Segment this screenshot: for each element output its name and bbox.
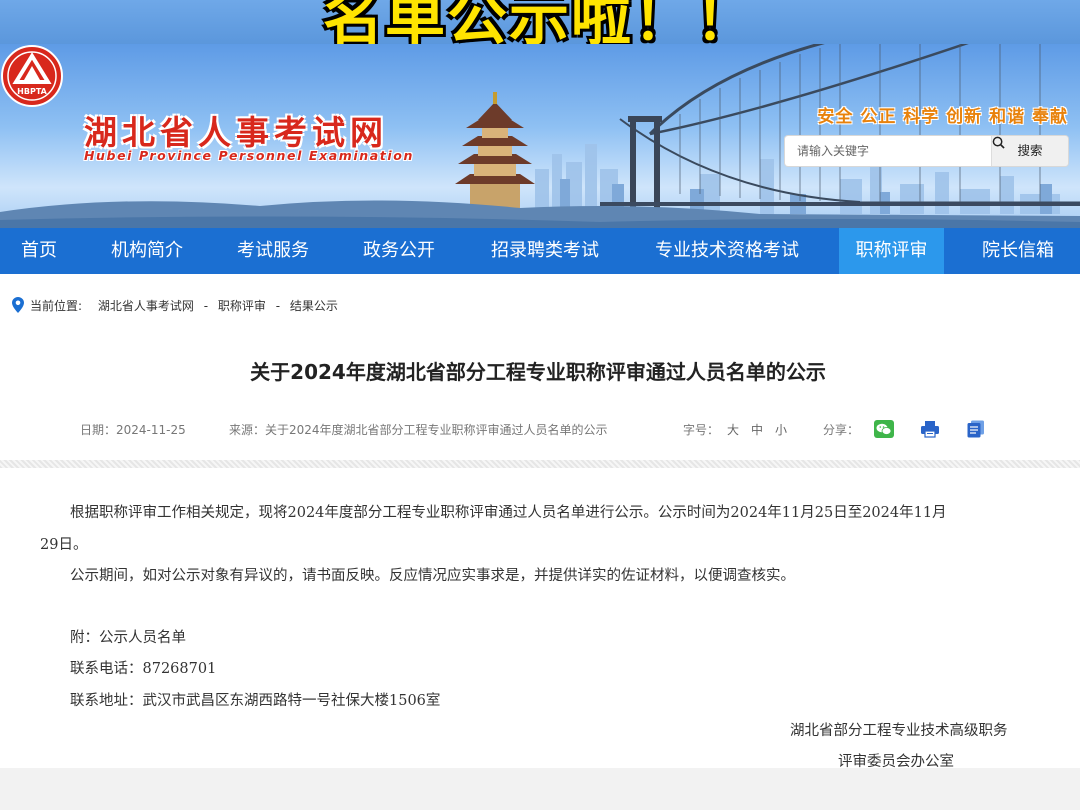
article-paragraph-1-line-2: 29日。: [40, 537, 88, 553]
font-size-medium-button[interactable]: 中: [751, 421, 763, 438]
contact-address: 联系地址：武汉市武昌区东湖西路特一号社保大楼1506室: [70, 693, 441, 709]
bottom-band: [0, 768, 1080, 810]
font-size-large-button[interactable]: 大: [727, 421, 739, 438]
nav-item-exam-service[interactable]: 考试服务: [216, 228, 330, 274]
breadcrumb-prefix: 当前位置:: [30, 299, 83, 313]
site-name: 湖北省人事考试网: [84, 113, 388, 152]
svg-text:HBPTA: HBPTA: [17, 87, 47, 96]
nav-item-home[interactable]: 首页: [0, 228, 78, 274]
article-title: 关于2024年度湖北省部分工程专业职称评审通过人员名单的公示: [250, 360, 826, 384]
nav-item-professional-qualification[interactable]: 专业技术资格考试: [636, 228, 818, 274]
section-divider: [0, 460, 1080, 468]
share-label: 分享：: [823, 423, 860, 437]
print-icon[interactable]: [920, 420, 940, 438]
search-button-label: 搜索: [1017, 143, 1043, 158]
video-caption-text: 名单公示啦！！: [323, 0, 757, 44]
nav-item-president-mailbox[interactable]: 院长信箱: [960, 228, 1076, 274]
wechat-icon[interactable]: [874, 420, 894, 438]
article-source: 来源：关于2024年度湖北省部分工程专业职称评审通过人员名单的公示: [229, 423, 608, 437]
nav-item-recruitment-exams[interactable]: 招录聘类考试: [470, 228, 620, 274]
search-button[interactable]: 搜索: [991, 136, 1068, 166]
nav-item-about[interactable]: 机构简介: [90, 228, 204, 274]
hbpta-logo-icon: HBPTA: [1, 45, 63, 107]
attachment-link[interactable]: 附：公示人员名单: [70, 626, 186, 647]
contact-phone: 联系电话：87268701: [70, 661, 217, 677]
site-slogan: 安全 公正 科学 创新 和谐 奉献: [817, 107, 1068, 127]
nav-item-government-affairs[interactable]: 政务公开: [342, 228, 456, 274]
article-date: 日期：2024-11-25: [80, 423, 186, 437]
breadcrumb-link-title-review[interactable]: 职称评审: [218, 299, 266, 313]
breadcrumb-separator: -: [203, 299, 209, 313]
main-nav: 首页 机构简介 考试服务 政务公开 招录聘类考试 专业技术资格考试 职称评审 院…: [0, 228, 1080, 274]
breadcrumb-link-home[interactable]: 湖北省人事考试网: [98, 299, 194, 313]
search-input[interactable]: [785, 136, 1009, 166]
tower-illustration: [455, 92, 535, 214]
search-box: 搜索: [785, 136, 1068, 166]
site-name-english: Hubei Province Personnel Examination: [84, 148, 414, 163]
search-icon: [992, 136, 1005, 149]
article-paragraph-2: 公示期间，如对公示对象有异议的，请书面反映。反应情况应实事求是，并提供详实的佐证…: [70, 568, 795, 584]
breadcrumb-separator: -: [275, 299, 281, 313]
site-banner: HBPTA 湖北省人事考试网 Hubei Province Personnel …: [0, 44, 1080, 228]
video-caption-strip: 名单公示啦！！: [0, 0, 1080, 44]
signature-line-1: 湖北省部分工程专业技术高级职务: [790, 723, 1008, 739]
article-paragraph-1-line-1: 根据职称评审工作相关规定，现将2024年度部分工程专业职称评审通过人员名单进行公…: [70, 505, 947, 521]
copy-icon[interactable]: [966, 420, 986, 438]
font-size-label: 字号：: [683, 423, 720, 437]
nav-item-title-review[interactable]: 职称评审: [839, 228, 944, 274]
location-pin-icon: [12, 297, 24, 313]
font-size-small-button[interactable]: 小: [775, 421, 787, 438]
breadcrumb: 当前位置: 湖北省人事考试网 - 职称评审 - 结果公示: [12, 297, 338, 314]
breadcrumb-link-results[interactable]: 结果公示: [290, 299, 338, 313]
